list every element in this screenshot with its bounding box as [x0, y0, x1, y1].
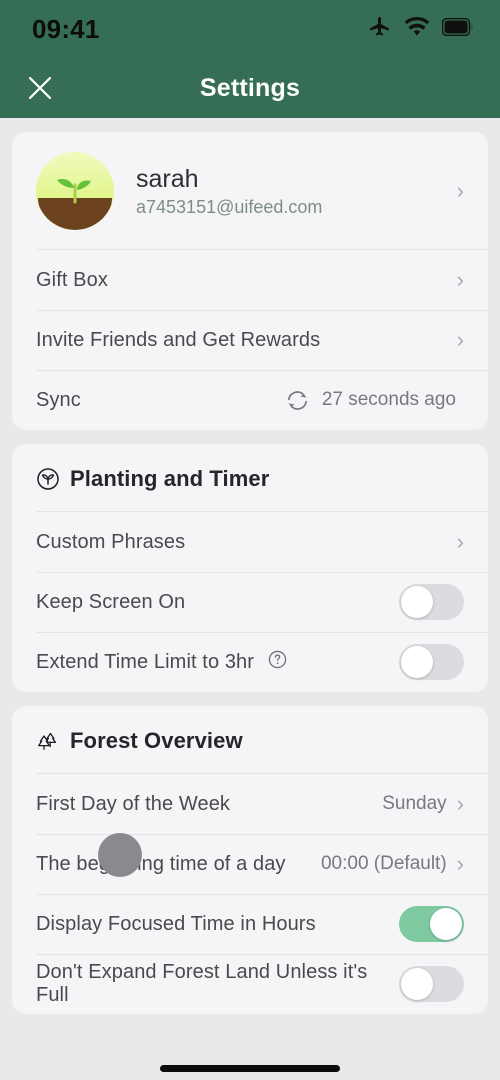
- toggle-extend-time-limit[interactable]: [399, 644, 464, 680]
- toggle-keep-screen-on[interactable]: [399, 584, 464, 620]
- row-gift-box[interactable]: Gift Box ›: [12, 250, 488, 310]
- account-card: sarah a7453151@uifeed.com › Gift Box › I…: [12, 132, 488, 430]
- status-bar: 09:41: [0, 0, 500, 58]
- toggle-knob: [401, 586, 433, 618]
- wifi-icon: [404, 16, 430, 43]
- top-bar: 09:41 Settings: [0, 0, 500, 118]
- row-label: Invite Friends and Get Rewards: [36, 328, 321, 351]
- row-label: Keep Screen On: [36, 590, 186, 613]
- row-dont-expand-forest-land[interactable]: Don't Expand Forest Land Unless it's Ful…: [12, 954, 488, 1014]
- row-custom-phrases[interactable]: Custom Phrases ›: [12, 512, 488, 572]
- section-header-planting: Planting and Timer: [12, 444, 488, 512]
- chevron-right-icon: ›: [456, 267, 464, 292]
- row-label: Don't Expand Forest Land Unless it's Ful…: [36, 961, 368, 1006]
- chevron-right-icon: ›: [456, 791, 464, 816]
- toggle-knob: [430, 908, 462, 940]
- forest-overview-card: Forest Overview First Day of the Week Su…: [12, 706, 488, 1014]
- profile-text: sarah a7453151@uifeed.com: [136, 164, 455, 218]
- sprout-avatar: [36, 152, 114, 230]
- row-first-day-of-week[interactable]: First Day of the Week Sunday ›: [12, 774, 488, 834]
- battery-icon: [441, 17, 474, 41]
- section-title: Forest Overview: [70, 728, 243, 753]
- navigation-bar: Settings: [0, 58, 500, 118]
- section-title: Planting and Timer: [70, 466, 270, 491]
- row-sync[interactable]: Sync 27 seconds ago: [12, 370, 488, 430]
- sync-status-value: 27 seconds ago: [321, 389, 456, 410]
- toggle-dont-expand-forest-land[interactable]: [399, 966, 464, 1002]
- question-mark-icon[interactable]: [267, 649, 288, 676]
- chevron-right-icon: ›: [456, 178, 464, 203]
- pine-trees-icon: [36, 729, 60, 753]
- settings-screen: 09:41 Settings sarah a7453151@uifeed.com…: [0, 0, 500, 1080]
- row-label: The beginning time of a day: [36, 852, 286, 875]
- profile-email: a7453151@uifeed.com: [136, 197, 323, 217]
- airplane-mode-icon: [368, 15, 392, 44]
- close-icon[interactable]: [20, 68, 60, 108]
- profile-row[interactable]: sarah a7453151@uifeed.com ›: [12, 132, 488, 250]
- chevron-right-icon: ›: [456, 851, 464, 876]
- row-value: Sunday: [382, 793, 447, 814]
- row-label: Custom Phrases: [36, 530, 186, 553]
- chevron-right-icon: ›: [456, 529, 464, 554]
- status-bar-clock: 09:41: [32, 13, 100, 44]
- row-keep-screen-on[interactable]: Keep Screen On: [12, 572, 488, 632]
- section-header-forest: Forest Overview: [12, 706, 488, 774]
- row-extend-time-limit[interactable]: Extend Time Limit to 3hr: [12, 632, 488, 692]
- toggle-knob: [401, 968, 433, 1000]
- row-label: Extend Time Limit to 3hr: [36, 649, 399, 676]
- toggle-display-focused-time[interactable]: [399, 906, 464, 942]
- page-title: Settings: [199, 73, 301, 102]
- profile-name: sarah: [136, 165, 199, 193]
- row-label-text: Extend Time Limit to 3hr: [36, 650, 255, 673]
- row-label: Display Focused Time in Hours: [36, 912, 316, 935]
- row-invite-friends[interactable]: Invite Friends and Get Rewards ›: [12, 310, 488, 370]
- sync-refresh-icon[interactable]: [285, 388, 310, 413]
- row-beginning-time-of-day[interactable]: The beginning time of a day 00:00 (Defau…: [12, 834, 488, 894]
- row-display-focused-time[interactable]: Display Focused Time in Hours: [12, 894, 488, 954]
- row-label: Sync: [36, 388, 81, 411]
- planting-and-timer-card: Planting and Timer Custom Phrases › Keep…: [12, 444, 488, 692]
- row-label: Gift Box: [36, 268, 108, 291]
- chevron-right-icon: ›: [456, 327, 464, 352]
- toggle-knob: [401, 646, 433, 678]
- sprout-circle-icon: [36, 467, 60, 491]
- row-value: 00:00 (Default): [320, 853, 447, 874]
- status-bar-icons: [368, 15, 474, 44]
- row-label: First Day of the Week: [36, 792, 231, 815]
- home-indicator: [160, 1065, 340, 1072]
